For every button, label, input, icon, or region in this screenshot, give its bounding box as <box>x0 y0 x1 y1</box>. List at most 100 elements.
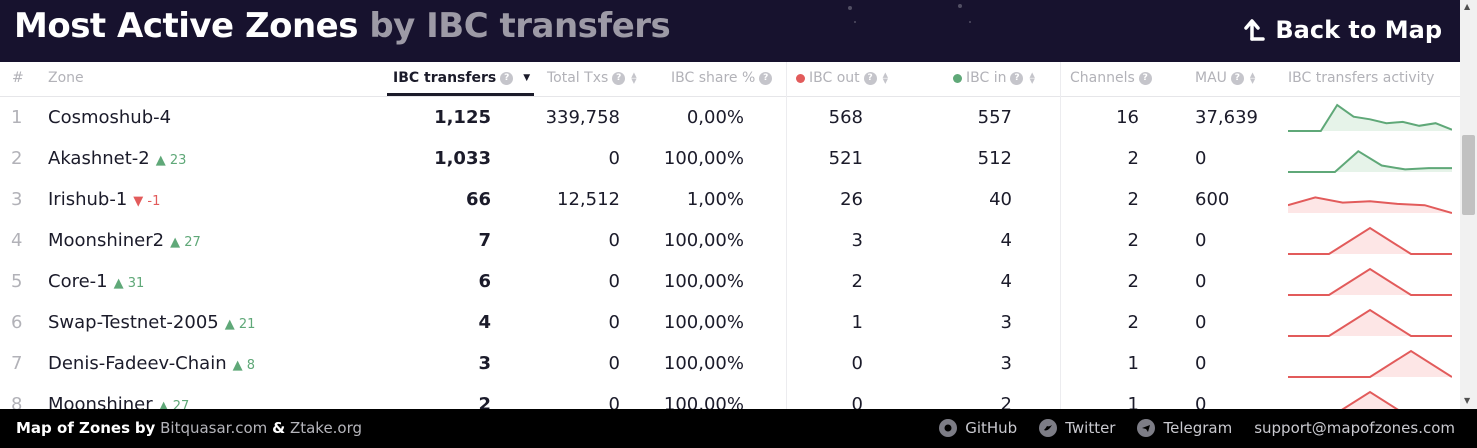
ibc-share-value: 100,00% <box>663 271 744 292</box>
activity-sparkline <box>1288 308 1452 337</box>
zone-name[interactable]: Swap-Testnet-2005 ▲ 21 <box>48 312 255 333</box>
table-row[interactable]: 1 Cosmoshub-4 1,125 339,758 0,00% 568 55… <box>0 97 1460 138</box>
zone-name[interactable]: Denis-Fadeev-Chain ▲ 8 <box>48 353 255 374</box>
telegram-link[interactable]: Telegram <box>1137 419 1232 437</box>
ibc-share-value: 100,00% <box>663 148 744 169</box>
footer-by: by <box>134 419 156 437</box>
ibc-out-value: 0 <box>851 394 863 409</box>
total-txs-value: 0 <box>608 312 620 333</box>
sort-icon: ▲ ▼ <box>631 71 637 85</box>
table-row[interactable]: 4 Moonshiner2 ▲ 27 7 0 100,00% 3 4 2 0 <box>0 220 1460 261</box>
zone-name[interactable]: Moonshiner2 ▲ 27 <box>48 230 201 251</box>
col-ibc-transfers[interactable]: IBC transfers? ▼ <box>387 70 535 96</box>
support-email-link[interactable]: support@mapofzones.com <box>1254 419 1455 437</box>
sort-desc-icon: ▼ <box>523 73 531 83</box>
table-row[interactable]: 6 Swap-Testnet-2005 ▲ 21 4 0 100,00% 1 3 … <box>0 302 1460 343</box>
page-title: Most Active Zones by IBC transfers <box>14 6 671 46</box>
help-icon[interactable]: ? <box>1230 71 1244 85</box>
arrow-up-icon: ▲ <box>232 358 243 373</box>
ibc-transfers-value: 66 <box>465 189 491 210</box>
ibc-share-value: 100,00% <box>663 230 744 251</box>
active-sort-underline <box>387 93 535 96</box>
rank-change-badge: ▲ 23 <box>155 153 187 168</box>
col-ibc-share[interactable]: IBC share %? <box>671 70 773 86</box>
row-index: 6 <box>11 312 23 333</box>
zone-name[interactable]: Core-1 ▲ 31 <box>48 271 144 292</box>
sparkline-area <box>1288 228 1452 254</box>
mau-value: 0 <box>1195 353 1207 374</box>
mau-value: 600 <box>1195 189 1230 210</box>
arrow-up-icon: ▲ <box>155 153 166 168</box>
ibc-out-value: 1 <box>851 312 863 333</box>
help-icon[interactable]: ? <box>612 71 626 85</box>
help-icon[interactable]: ? <box>500 71 514 85</box>
activity-sparkline <box>1288 349 1452 378</box>
channels-value: 1 <box>1127 394 1139 409</box>
total-txs-value: 0 <box>608 271 620 292</box>
zone-name[interactable]: Akashnet-2 ▲ 23 <box>48 148 186 169</box>
table-row[interactable]: 8 Moonshiner ▲ 27 2 0 100,00% 0 2 1 0 <box>0 384 1460 409</box>
back-to-map-button[interactable]: Back to Map <box>1243 16 1442 44</box>
link-ztake[interactable]: Ztake.org <box>290 419 362 437</box>
ibc-out-dot <box>796 73 805 83</box>
scrollbar-thumb[interactable] <box>1462 135 1475 215</box>
help-icon[interactable]: ? <box>863 71 877 85</box>
rank-change-badge: ▲ 8 <box>232 358 256 373</box>
twitter-link[interactable]: Twitter <box>1039 419 1115 437</box>
col-channels[interactable]: Channels? <box>1070 70 1152 86</box>
footer-credits: Map of Zones by Bitquasar.com & Ztake.or… <box>16 419 362 437</box>
col-mau[interactable]: MAU? ▲ ▼ <box>1195 70 1255 86</box>
help-icon[interactable]: ? <box>1010 71 1024 85</box>
ibc-in-dot <box>953 73 962 83</box>
rank-change-badge: ▲ 21 <box>224 317 256 332</box>
channels-value: 2 <box>1127 230 1139 251</box>
activity-sparkline <box>1288 103 1452 132</box>
col-zone[interactable]: Zone <box>48 70 84 86</box>
ibc-out-value: 2 <box>851 271 863 292</box>
col-ibc-in[interactable]: IBC in? ▲ ▼ <box>953 70 1035 86</box>
title-sub: by IBC transfers <box>369 6 671 46</box>
ibc-share-value: 100,00% <box>663 394 744 409</box>
channels-value: 16 <box>1116 107 1139 128</box>
table-row[interactable]: 2 Akashnet-2 ▲ 23 1,033 0 100,00% 521 512… <box>0 138 1460 179</box>
sort-icon: ▲ ▼ <box>1029 71 1035 85</box>
ibc-share-value: 100,00% <box>663 353 744 374</box>
col-total-txs[interactable]: Total Txs? ▲ ▼ <box>547 70 637 86</box>
col-activity: IBC transfers activity <box>1288 70 1435 86</box>
ibc-out-value: 26 <box>840 189 863 210</box>
arrow-up-icon: ▲ <box>170 235 181 250</box>
ibc-share-value: 1,00% <box>686 189 744 210</box>
row-index: 4 <box>11 230 23 251</box>
row-index: 8 <box>11 394 23 409</box>
channels-value: 2 <box>1127 312 1139 333</box>
ibc-in-value: 557 <box>977 107 1012 128</box>
zone-name[interactable]: Moonshiner ▲ 27 <box>48 394 189 409</box>
ibc-in-value: 4 <box>1000 230 1012 251</box>
rank-change-badge: ▲ 31 <box>113 276 145 291</box>
sparkline-area <box>1288 105 1452 131</box>
ibc-out-value: 0 <box>851 353 863 374</box>
ibc-in-value: 40 <box>989 189 1012 210</box>
help-icon[interactable]: ? <box>1138 71 1152 85</box>
activity-sparkline <box>1288 196 1452 214</box>
vertical-scrollbar[interactable]: ▲ ▼ <box>1460 0 1477 409</box>
zone-name[interactable]: Cosmoshub-4 <box>48 107 171 128</box>
page-footer: Map of Zones by Bitquasar.com & Ztake.or… <box>0 409 1477 448</box>
rank-change-badge: ▲ 27 <box>170 235 201 250</box>
col-ibc-out[interactable]: IBC out? ▲ ▼ <box>796 70 888 86</box>
total-txs-value: 0 <box>608 394 620 409</box>
mau-value: 37,639 <box>1195 107 1258 128</box>
github-link[interactable]: GitHub <box>939 419 1017 437</box>
table-row[interactable]: 3 Irishub-1 ▼ -1 66 12,512 1,00% 26 40 2 … <box>0 179 1460 220</box>
row-index: 5 <box>11 271 23 292</box>
table-row[interactable]: 7 Denis-Fadeev-Chain ▲ 8 3 0 100,00% 0 3 … <box>0 343 1460 384</box>
scroll-down-icon[interactable]: ▼ <box>1464 396 1470 405</box>
help-icon[interactable]: ? <box>759 71 773 85</box>
table-row[interactable]: 5 Core-1 ▲ 31 6 0 100,00% 2 4 2 0 <box>0 261 1460 302</box>
zone-name[interactable]: Irishub-1 ▼ -1 <box>48 189 160 210</box>
sparkline-area <box>1288 269 1452 295</box>
channels-value: 2 <box>1127 271 1139 292</box>
link-bitquasar[interactable]: Bitquasar.com <box>160 419 267 437</box>
ibc-out-value: 3 <box>851 230 863 251</box>
scroll-up-icon[interactable]: ▲ <box>1464 2 1470 11</box>
